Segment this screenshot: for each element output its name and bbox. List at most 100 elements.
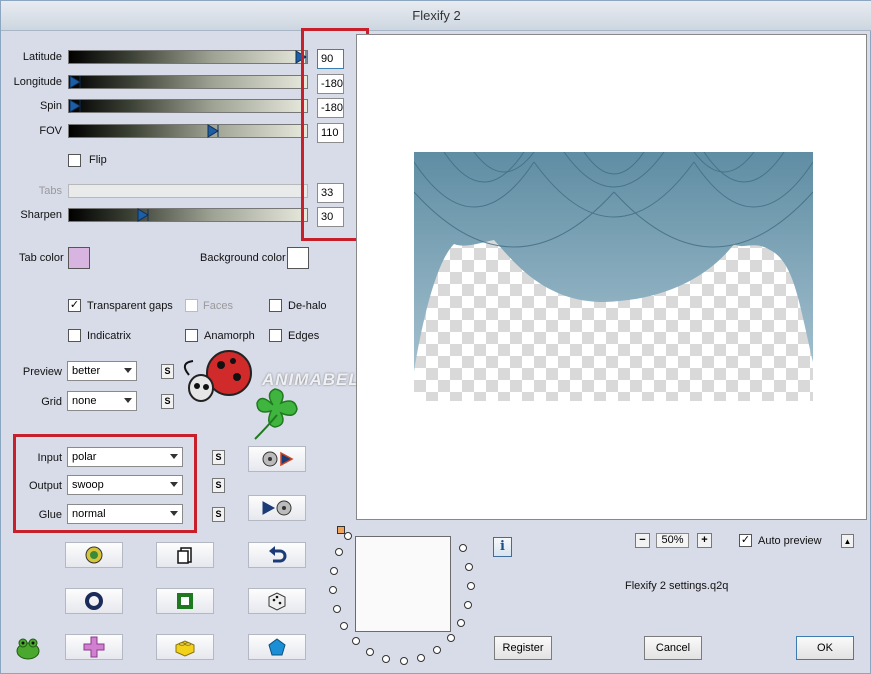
preset-slot-icon[interactable] xyxy=(467,582,475,590)
undo-button[interactable] xyxy=(248,542,306,568)
tool-button-7[interactable] xyxy=(65,634,123,660)
cross-shape-icon xyxy=(83,636,105,658)
slider-thumb-icon[interactable] xyxy=(69,75,81,89)
transparent-gaps-checkbox[interactable]: ✓ xyxy=(68,299,81,312)
chevron-down-icon xyxy=(124,368,132,373)
preset-slot-icon[interactable] xyxy=(352,637,360,645)
tool-button-4[interactable] xyxy=(65,588,123,614)
input-s-button[interactable]: S xyxy=(212,450,225,465)
preset-slot-icon[interactable] xyxy=(333,605,341,613)
preview-label: Preview xyxy=(22,366,62,378)
checkmark-icon: ✓ xyxy=(740,534,751,546)
edges-label: Edges xyxy=(288,330,320,342)
preview-select[interactable]: better xyxy=(67,361,137,381)
preview-image xyxy=(414,152,813,401)
tool-button-5[interactable] xyxy=(156,588,214,614)
grid-select[interactable]: none xyxy=(67,391,137,411)
register-button[interactable]: Register xyxy=(494,636,552,660)
preset-slot-icon[interactable] xyxy=(433,646,441,654)
ok-button[interactable]: OK xyxy=(796,636,854,660)
tool-button-1[interactable] xyxy=(65,542,123,568)
anamorph-checkbox[interactable] xyxy=(185,329,198,342)
thumbnail-preview xyxy=(355,536,451,632)
flip-checkbox[interactable] xyxy=(68,154,81,167)
window-title: Flexify 2 xyxy=(412,8,461,23)
edges-checkbox[interactable] xyxy=(269,329,282,342)
preset-slot-icon[interactable] xyxy=(457,619,465,627)
plugin-logo-icon xyxy=(85,546,103,564)
preset-slot-icon[interactable] xyxy=(447,634,455,642)
transparent-gaps-label: Transparent gaps xyxy=(87,300,173,312)
fov-slider[interactable] xyxy=(68,124,308,138)
undo-icon xyxy=(269,546,287,563)
preview-s-button[interactable]: S xyxy=(161,364,174,379)
slider-thumb-icon[interactable] xyxy=(69,99,81,113)
settings-filename: Flexify 2 settings.q2q xyxy=(625,580,729,592)
preset-slot-icon[interactable] xyxy=(400,657,408,665)
auto-preview-label: Auto preview xyxy=(758,535,822,547)
preset-slot-icon[interactable] xyxy=(464,601,472,609)
background-color-label: Background color xyxy=(200,252,286,264)
collapse-button[interactable]: ▲ xyxy=(841,534,854,548)
slider-thumb-icon[interactable] xyxy=(137,208,149,222)
spin-slider[interactable] xyxy=(68,99,308,113)
preset-slot-icon[interactable] xyxy=(417,654,425,662)
square-frame-icon xyxy=(177,593,193,609)
grid-s-button[interactable]: S xyxy=(161,394,174,409)
copy-page-icon xyxy=(177,547,192,564)
grid-label: Grid xyxy=(41,396,62,408)
info-button[interactable]: i xyxy=(493,537,512,557)
preview-canvas[interactable] xyxy=(356,34,867,520)
dehalo-checkbox[interactable] xyxy=(269,299,282,312)
preset-slot-icon[interactable] xyxy=(366,648,374,656)
background-color-swatch[interactable] xyxy=(287,247,309,269)
preset-slot-icon[interactable] xyxy=(335,548,343,556)
zoom-in-button[interactable]: + xyxy=(697,533,712,548)
tab-color-swatch[interactable] xyxy=(68,247,90,269)
preset-slot-icon[interactable] xyxy=(340,622,348,630)
ring-icon xyxy=(85,592,103,610)
ladybug-mascot-image xyxy=(181,343,301,443)
preset-slot-icon[interactable] xyxy=(459,544,467,552)
frog-logo-icon xyxy=(15,636,41,660)
info-icon: i xyxy=(500,539,505,554)
glue-s-button[interactable]: S xyxy=(212,507,225,522)
longitude-slider[interactable] xyxy=(68,75,308,89)
flexify-window: Flexify 2 Latitude 90 Longitude -180 Spi… xyxy=(0,0,871,674)
anamorph-label: Anamorph xyxy=(204,330,255,342)
cancel-button[interactable]: Cancel xyxy=(644,636,702,660)
slider-thumb-icon[interactable] xyxy=(207,124,219,138)
highlight-box-modes xyxy=(13,434,197,533)
longitude-label: Longitude xyxy=(13,76,62,88)
chevron-down-icon xyxy=(124,398,132,403)
chevron-up-icon: ▲ xyxy=(843,537,852,546)
tool-button-2[interactable] xyxy=(156,542,214,568)
dehalo-label: De-halo xyxy=(288,300,327,312)
preset-slot-icon[interactable] xyxy=(382,655,390,663)
fov-label: FOV xyxy=(39,125,62,137)
auto-preview-checkbox[interactable]: ✓ xyxy=(739,534,752,547)
preset-slot-icon[interactable] xyxy=(330,567,338,575)
play-to-film-button[interactable] xyxy=(248,495,306,521)
output-s-button[interactable]: S xyxy=(212,478,225,493)
film-to-play-button[interactable] xyxy=(248,446,306,472)
faces-checkbox xyxy=(185,299,198,312)
latitude-slider[interactable] xyxy=(68,50,308,64)
sharpen-slider[interactable] xyxy=(68,208,308,222)
preset-slot-icon[interactable] xyxy=(344,532,352,540)
tab-color-label: Tab color xyxy=(19,252,64,264)
faces-label: Faces xyxy=(203,300,233,312)
film-play-icon xyxy=(262,451,294,467)
preset-slot-icon[interactable] xyxy=(465,563,473,571)
indicatrix-checkbox[interactable] xyxy=(68,329,81,342)
tabs-label: Tabs xyxy=(38,185,62,197)
dice-icon xyxy=(268,592,286,611)
sharpen-label: Sharpen xyxy=(20,209,62,221)
tool-button-9[interactable] xyxy=(248,634,306,660)
random-button[interactable] xyxy=(248,588,306,614)
zoom-level[interactable]: 50% xyxy=(656,533,689,548)
zoom-out-button[interactable]: − xyxy=(635,533,650,548)
tool-button-8[interactable] xyxy=(156,634,214,660)
play-film-icon xyxy=(262,500,292,516)
preset-slot-icon[interactable] xyxy=(329,586,337,594)
